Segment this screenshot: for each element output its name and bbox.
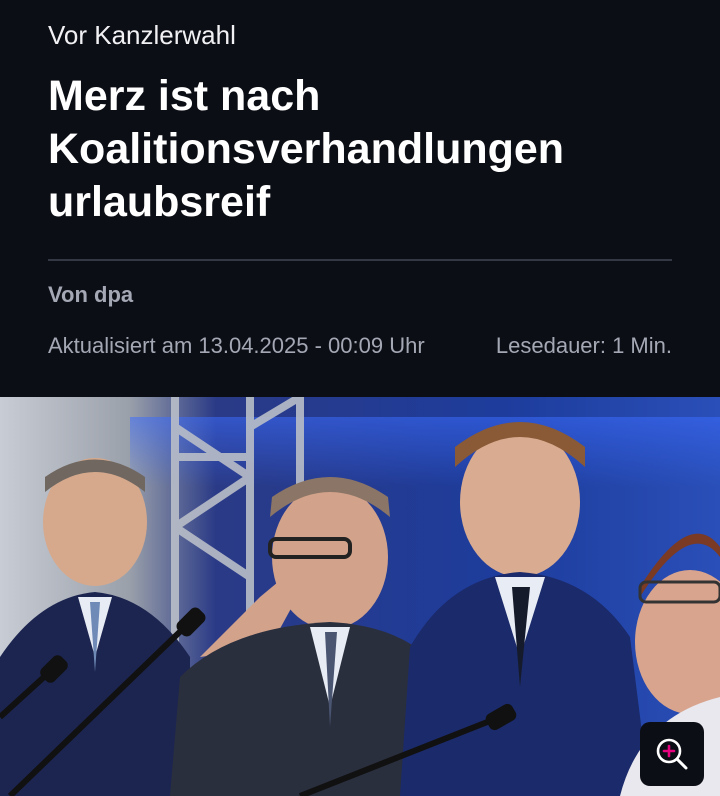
article-updated: Aktualisiert am 13.04.2025 - 00:09 Uhr bbox=[48, 333, 425, 358]
zoom-button[interactable] bbox=[640, 722, 704, 786]
article-title: Merz ist nach Koalitionsverhandlungen ur… bbox=[48, 72, 565, 226]
article-kicker: Vor Kanzlerwahl bbox=[48, 20, 236, 50]
header-divider bbox=[48, 259, 672, 261]
article-read-time: Lesedauer: 1 Min. bbox=[495, 333, 672, 358]
zoom-in-icon bbox=[656, 738, 688, 770]
article-author[interactable]: Von dpa bbox=[48, 282, 133, 308]
article-photo[interactable] bbox=[0, 397, 720, 796]
press-conference-photo bbox=[0, 397, 720, 796]
article-meta: Aktualisiert am 13.04.2025 - 00:09 Uhr L… bbox=[48, 333, 672, 359]
article-header: Vor Kanzlerwahl Merz ist nach Koalitions… bbox=[0, 0, 720, 397]
